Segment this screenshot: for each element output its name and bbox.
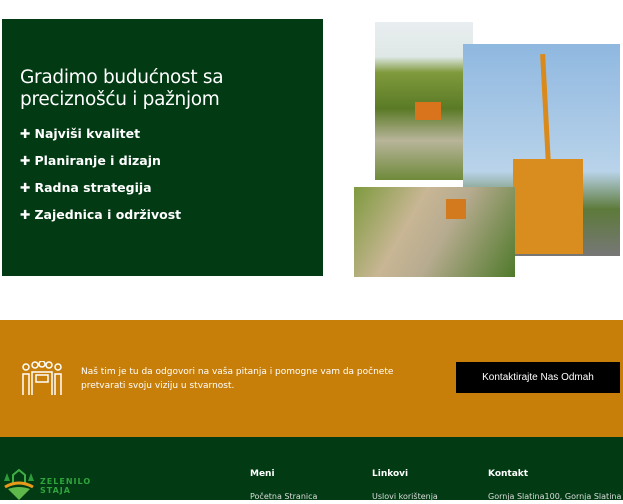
footer-heading-kontakt: Kontakt (488, 469, 529, 479)
footer-heading-meni: Meni (250, 469, 275, 479)
feature-item: ✚ Planiranje i dizajn (20, 153, 161, 168)
logo-text: STAJA (40, 486, 71, 495)
logo[interactable]: ZELENILO STAJA (2, 467, 92, 500)
plus-icon: ✚ (20, 153, 31, 168)
plus-icon: ✚ (20, 207, 31, 222)
feature-label: Planiranje i dizajn (34, 153, 161, 168)
feature-label: Zajednica i održivost (34, 207, 182, 222)
feature-item: ✚ Najviši kvalitet (20, 126, 140, 141)
footer: ZELENILO STAJA Meni Početna Stranica Lin… (0, 437, 623, 501)
plus-icon: ✚ (20, 180, 31, 195)
mower-photo-2 (354, 187, 515, 277)
mower-photo-1 (375, 22, 473, 180)
hero-panel: Gradimo budućnost sa preciznošću i pažnj… (2, 19, 323, 276)
team-icon (22, 361, 62, 395)
plus-icon: ✚ (20, 126, 31, 141)
feature-label: Radna strategija (34, 180, 152, 195)
cta-text: Naš tim je tu da odgovori na vaša pitanj… (81, 367, 394, 391)
feature-label: Najviši kvalitet (34, 126, 141, 141)
hero-title: Gradimo budućnost sa preciznošću i pažnj… (20, 67, 224, 110)
feature-item: ✚ Zajednica i održivost (20, 207, 181, 222)
contact-now-button[interactable]: Kontaktirajte Nas Odmah (456, 362, 620, 393)
footer-heading-linkovi: Linkovi (372, 469, 409, 479)
logo-icon (4, 468, 34, 500)
logo-text: ZELENILO (40, 477, 92, 486)
feature-item: ✚ Radna strategija (20, 180, 152, 195)
